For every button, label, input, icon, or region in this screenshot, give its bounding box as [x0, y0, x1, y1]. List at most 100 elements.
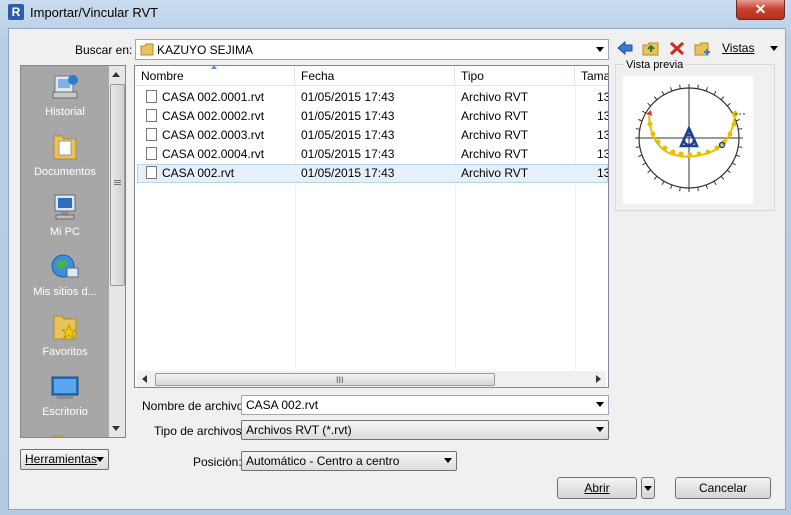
file-type: Archivo RVT	[461, 109, 529, 123]
sidebar-item-partial[interactable]	[21, 426, 109, 437]
scroll-right-icon[interactable]	[596, 375, 601, 383]
file-icon	[146, 166, 157, 179]
column-header-type[interactable]: Tipo	[455, 66, 575, 86]
preview-label: Vista previa	[624, 59, 686, 71]
file-row[interactable]: CASA 002.0002.rvt 01/05/2015 17:43 Archi…	[137, 107, 608, 126]
open-options-button[interactable]	[641, 477, 655, 499]
compass-tick	[713, 90, 717, 95]
column-header-label: Tipo	[461, 69, 484, 83]
file-row[interactable]: CASA 002.0003.rvt 01/05/2015 17:43 Archi…	[137, 126, 608, 145]
network-places-icon	[51, 254, 79, 278]
cancel-button[interactable]: Cancelar	[675, 477, 771, 499]
compass-tick	[735, 119, 740, 122]
filetype-label: Tipo de archivos:	[154, 424, 245, 438]
file-type: Archivo RVT	[461, 90, 529, 104]
chevron-down-icon	[444, 458, 452, 463]
position-select[interactable]: Automático - Centro a centro	[241, 451, 457, 471]
file-list[interactable]: Nombre Fecha Tipo Tama CASA 002.0001.rvt…	[134, 65, 609, 388]
tools-dropdown-button[interactable]: Herramientas	[20, 449, 109, 470]
compass-tick	[641, 162, 646, 166]
compass-tick	[661, 181, 665, 186]
compass-tick	[679, 84, 681, 89]
compass-tick	[720, 175, 725, 180]
chevron-down-icon	[96, 457, 104, 462]
sidebar-item-network[interactable]: Mis sitios d...	[21, 246, 109, 304]
column-header-label: Tama	[581, 69, 609, 83]
site-plan-preview-icon	[635, 84, 745, 192]
compass-tick	[738, 146, 743, 148]
scroll-thumb[interactable]	[110, 84, 125, 286]
scroll-grip: III	[336, 375, 344, 385]
sidebar-scrollbar[interactable]	[109, 66, 125, 437]
folder-icon	[140, 43, 154, 56]
chevron-down-icon[interactable]	[596, 402, 604, 407]
back-arrow-icon[interactable]	[616, 40, 634, 56]
file-date: 01/05/2015 17:43	[301, 90, 395, 104]
sidebar-item-label: Mis sitios d...	[33, 286, 97, 298]
scroll-up-icon[interactable]	[112, 72, 120, 77]
column-header-name[interactable]: Nombre	[135, 66, 295, 86]
close-button[interactable]: ✕	[736, 0, 785, 20]
file-size: 13	[597, 109, 608, 123]
file-row-selected[interactable]: CASA 002.rvt 01/05/2015 17:43 Archivo RV…	[137, 164, 608, 183]
file-date: 01/05/2015 17:43	[301, 166, 395, 180]
scroll-down-icon[interactable]	[112, 426, 120, 431]
file-icon	[146, 109, 157, 122]
sidebar-item-my-pc[interactable]: Mi PC	[21, 186, 109, 244]
compass-tick	[647, 102, 652, 107]
views-menu[interactable]: Vistas	[722, 41, 778, 55]
lookin-label: Buscar en:	[75, 43, 133, 57]
compass-tick	[638, 119, 643, 122]
compass-tick	[705, 87, 708, 92]
file-size: 13	[597, 90, 608, 104]
sidebar-item-desktop[interactable]: Escritorio	[21, 366, 109, 424]
sidebar-item-label: Historial	[45, 106, 85, 118]
new-folder-icon[interactable]	[694, 40, 712, 56]
filelist-hscrollbar[interactable]: III	[137, 371, 606, 387]
chevron-down-icon	[769, 46, 778, 52]
column-header-date[interactable]: Fecha	[295, 66, 455, 86]
title-bar[interactable]: R Importar/Vincular RVT ✕	[0, 0, 791, 26]
compass-tick	[635, 128, 640, 130]
compass-tick	[713, 181, 717, 186]
file-date: 01/05/2015 17:43	[301, 109, 395, 123]
compass-tick	[726, 102, 731, 107]
file-row[interactable]: CASA 002.0001.rvt 01/05/2015 17:43 Archi…	[137, 88, 608, 107]
compass-tick	[697, 187, 699, 192]
lookin-combo[interactable]: KAZUYO SEJIMA	[135, 39, 609, 60]
file-name: CASA 002.rvt	[162, 166, 235, 180]
chevron-down-icon	[596, 47, 604, 52]
delete-icon[interactable]	[668, 40, 686, 56]
favorites-folder-icon	[53, 315, 78, 340]
history-icon	[52, 75, 78, 99]
file-name: CASA 002.0004.rvt	[162, 147, 265, 161]
file-name: CASA 002.0001.rvt	[162, 90, 265, 104]
sidebar-item-label: Favoritos	[42, 346, 88, 358]
open-button[interactable]: Abrir	[557, 477, 637, 499]
up-folder-icon[interactable]	[642, 40, 660, 56]
compass-tick	[653, 96, 658, 101]
compass-tick	[661, 90, 665, 95]
filename-value: CASA 002.rvt	[246, 398, 319, 412]
file-row[interactable]: CASA 002.0004.rvt 01/05/2015 17:43 Archi…	[137, 145, 608, 164]
scroll-left-icon[interactable]	[142, 375, 147, 383]
sidebar-item-documents[interactable]: Documentos	[21, 126, 109, 184]
folder-icon	[53, 435, 64, 437]
compass-tick	[705, 184, 708, 189]
lookin-value: KAZUYO SEJIMA	[157, 43, 254, 57]
sidebar-item-history[interactable]: Historial	[21, 66, 109, 124]
filename-field[interactable]: CASA 002.rvt	[241, 395, 609, 415]
file-size: 13	[597, 147, 608, 161]
column-header-size[interactable]: Tama	[575, 66, 609, 86]
file-icon	[146, 147, 157, 160]
sidebar-item-label: Mi PC	[50, 226, 80, 238]
sidebar-item-favorites[interactable]: Favoritos	[21, 306, 109, 364]
compass-tick	[732, 162, 737, 166]
desktop-icon	[51, 376, 79, 399]
filetype-select[interactable]: Archivos RVT (*.rvt)	[241, 420, 609, 440]
window-title: Importar/Vincular RVT	[30, 5, 159, 20]
preview-image	[623, 76, 753, 204]
compass-tick	[670, 184, 673, 189]
compass-tick	[647, 169, 652, 174]
scroll-thumb[interactable]: III	[155, 373, 495, 386]
